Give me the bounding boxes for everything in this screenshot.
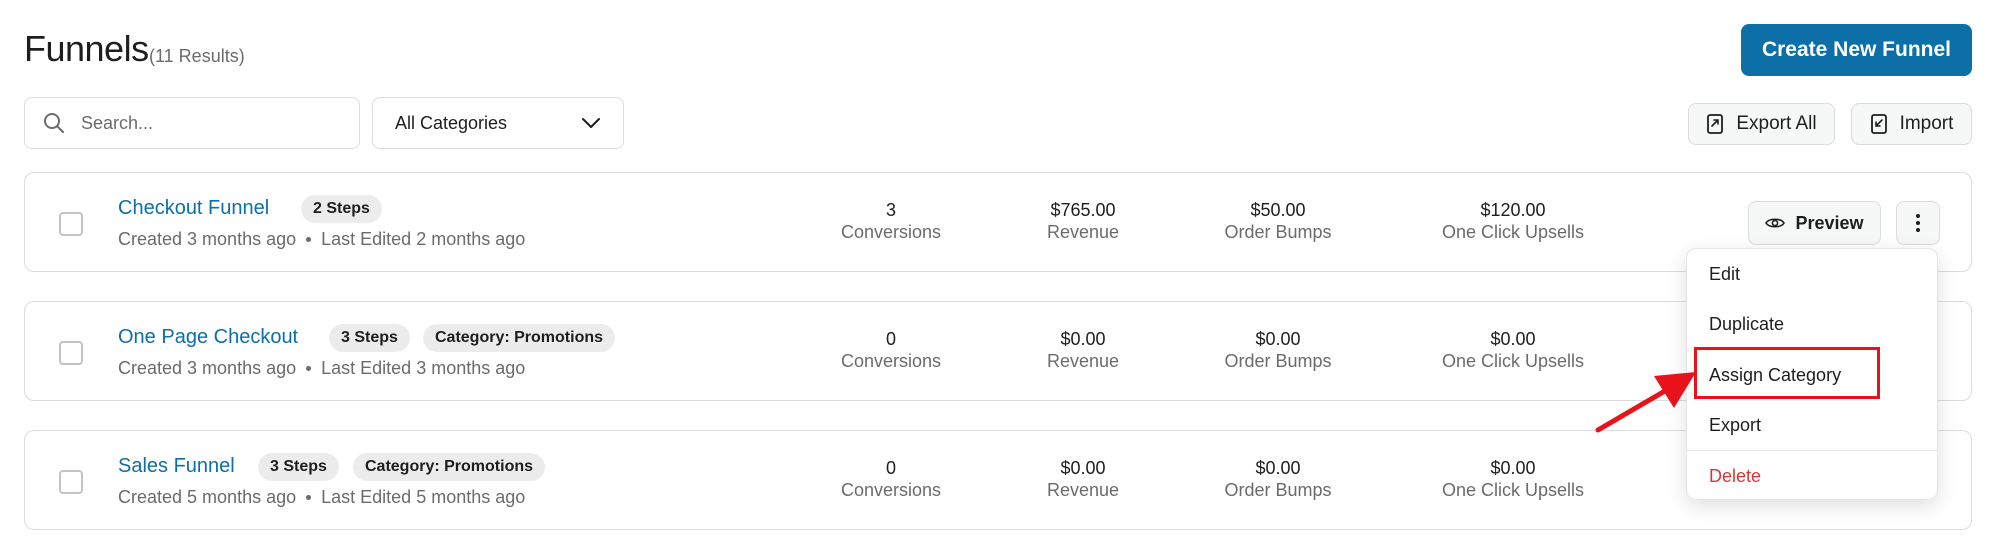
- stat-value: $0.00: [1255, 329, 1301, 349]
- stat-value: $0.00: [1490, 458, 1536, 478]
- file-export-icon: [1707, 114, 1724, 134]
- funnel-row: Checkout Funnel 2 Steps Created 3 months…: [24, 172, 1972, 272]
- row-checkbox[interactable]: [59, 470, 83, 494]
- upsells-stat: $0.00 One Click Upsells: [1413, 328, 1613, 372]
- vertical-dots-icon: [1916, 214, 1920, 232]
- chevron-down-icon: [582, 118, 600, 128]
- stat-value: 0: [885, 458, 896, 478]
- stat-value: $0.00: [1060, 329, 1106, 349]
- menu-item-delete[interactable]: Delete: [1709, 466, 1761, 487]
- search-input[interactable]: [79, 111, 333, 135]
- stat-label: Order Bumps: [1224, 351, 1332, 371]
- revenue-stat: $0.00 Revenue: [983, 457, 1183, 501]
- category-badge: Category: Promotions: [423, 324, 616, 352]
- created-text: Created 5 months ago: [118, 487, 297, 507]
- edited-text: Last Edited 3 months ago: [321, 358, 526, 378]
- stat-label: Revenue: [1046, 480, 1120, 500]
- import-label: Import: [1899, 113, 1954, 134]
- menu-item-export[interactable]: Export: [1709, 415, 1761, 436]
- export-all-label: Export All: [1736, 113, 1817, 134]
- row-checkbox[interactable]: [59, 212, 83, 236]
- import-button[interactable]: Import: [1851, 103, 1972, 145]
- menu-divider: [1687, 450, 1937, 451]
- category-select[interactable]: All Categories: [372, 97, 624, 149]
- steps-badge: 3 Steps: [258, 453, 339, 481]
- export-all-button[interactable]: Export All: [1688, 103, 1835, 145]
- annotation-arrow-icon: [1595, 372, 1696, 433]
- separator-dot: [306, 366, 312, 371]
- create-new-funnel-button[interactable]: Create New Funnel: [1741, 24, 1972, 76]
- row-checkbox[interactable]: [59, 341, 83, 365]
- annotation-highlight-box: [1694, 347, 1880, 399]
- edited-text: Last Edited 5 months ago: [321, 487, 526, 507]
- stat-label: Revenue: [1046, 351, 1120, 371]
- stat-label: One Click Upsells: [1441, 222, 1585, 242]
- stat-label: Conversions: [840, 222, 942, 242]
- revenue-stat: $0.00 Revenue: [983, 328, 1183, 372]
- category-select-value: All Categories: [395, 112, 508, 133]
- stat-label: Order Bumps: [1224, 480, 1332, 500]
- funnel-name-link[interactable]: Sales Funnel: [118, 455, 235, 478]
- upsells-stat: $120.00 One Click Upsells: [1413, 199, 1613, 243]
- steps-badge: 3 Steps: [329, 324, 410, 352]
- funnel-name-link[interactable]: One Page Checkout: [118, 326, 298, 349]
- funnel-meta: Created 5 months ago Last Edited 5 month…: [118, 487, 525, 508]
- stat-label: Conversions: [840, 480, 942, 500]
- eye-icon: [1765, 218, 1786, 228]
- menu-item-duplicate[interactable]: Duplicate: [1709, 314, 1784, 335]
- funnel-meta: Created 3 months ago Last Edited 3 month…: [118, 358, 525, 379]
- file-import-icon: [1870, 114, 1887, 134]
- stat-value: 0: [885, 329, 896, 349]
- stat-value: $0.00: [1255, 458, 1301, 478]
- steps-badge: 2 Steps: [301, 195, 382, 223]
- conversions-stat: 3 Conversions: [791, 199, 991, 243]
- category-badge: Category: Promotions: [353, 453, 546, 481]
- order-bumps-stat: $0.00 Order Bumps: [1178, 328, 1378, 372]
- created-text: Created 3 months ago: [118, 358, 297, 378]
- search-box[interactable]: [24, 97, 360, 149]
- stat-label: Revenue: [1046, 222, 1120, 242]
- stat-label: One Click Upsells: [1441, 351, 1585, 371]
- stat-value: $120.00: [1480, 200, 1546, 220]
- results-count: (11 Results): [149, 46, 245, 66]
- stat-value: $0.00: [1060, 458, 1106, 478]
- separator-dot: [306, 237, 312, 242]
- page-title: Funnels: [24, 28, 149, 69]
- stat-label: Order Bumps: [1224, 222, 1332, 242]
- stat-value: $765.00: [1050, 200, 1116, 220]
- menu-item-edit[interactable]: Edit: [1709, 264, 1740, 285]
- separator-dot: [306, 495, 312, 500]
- funnel-meta: Created 3 months ago Last Edited 2 month…: [118, 229, 525, 250]
- search-icon: [44, 113, 64, 133]
- order-bumps-stat: $50.00 Order Bumps: [1178, 199, 1378, 243]
- stat-label: One Click Upsells: [1441, 480, 1585, 500]
- stat-value: 3: [885, 200, 896, 220]
- stat-value: $50.00: [1250, 200, 1306, 220]
- more-actions-button[interactable]: [1896, 201, 1940, 245]
- stat-label: Conversions: [840, 351, 942, 371]
- created-text: Created 3 months ago: [118, 229, 297, 249]
- conversions-stat: 0 Conversions: [791, 328, 991, 372]
- revenue-stat: $765.00 Revenue: [983, 199, 1183, 243]
- stat-value: $0.00: [1490, 329, 1536, 349]
- preview-label: Preview: [1795, 212, 1864, 233]
- conversions-stat: 0 Conversions: [791, 457, 991, 501]
- upsells-stat: $0.00 One Click Upsells: [1413, 457, 1613, 501]
- order-bumps-stat: $0.00 Order Bumps: [1178, 457, 1378, 501]
- funnel-row: Sales Funnel 3 Steps Category: Promotion…: [24, 430, 1972, 530]
- edited-text: Last Edited 2 months ago: [321, 229, 526, 249]
- preview-button[interactable]: Preview: [1748, 201, 1881, 245]
- funnel-name-link[interactable]: Checkout Funnel: [118, 197, 269, 220]
